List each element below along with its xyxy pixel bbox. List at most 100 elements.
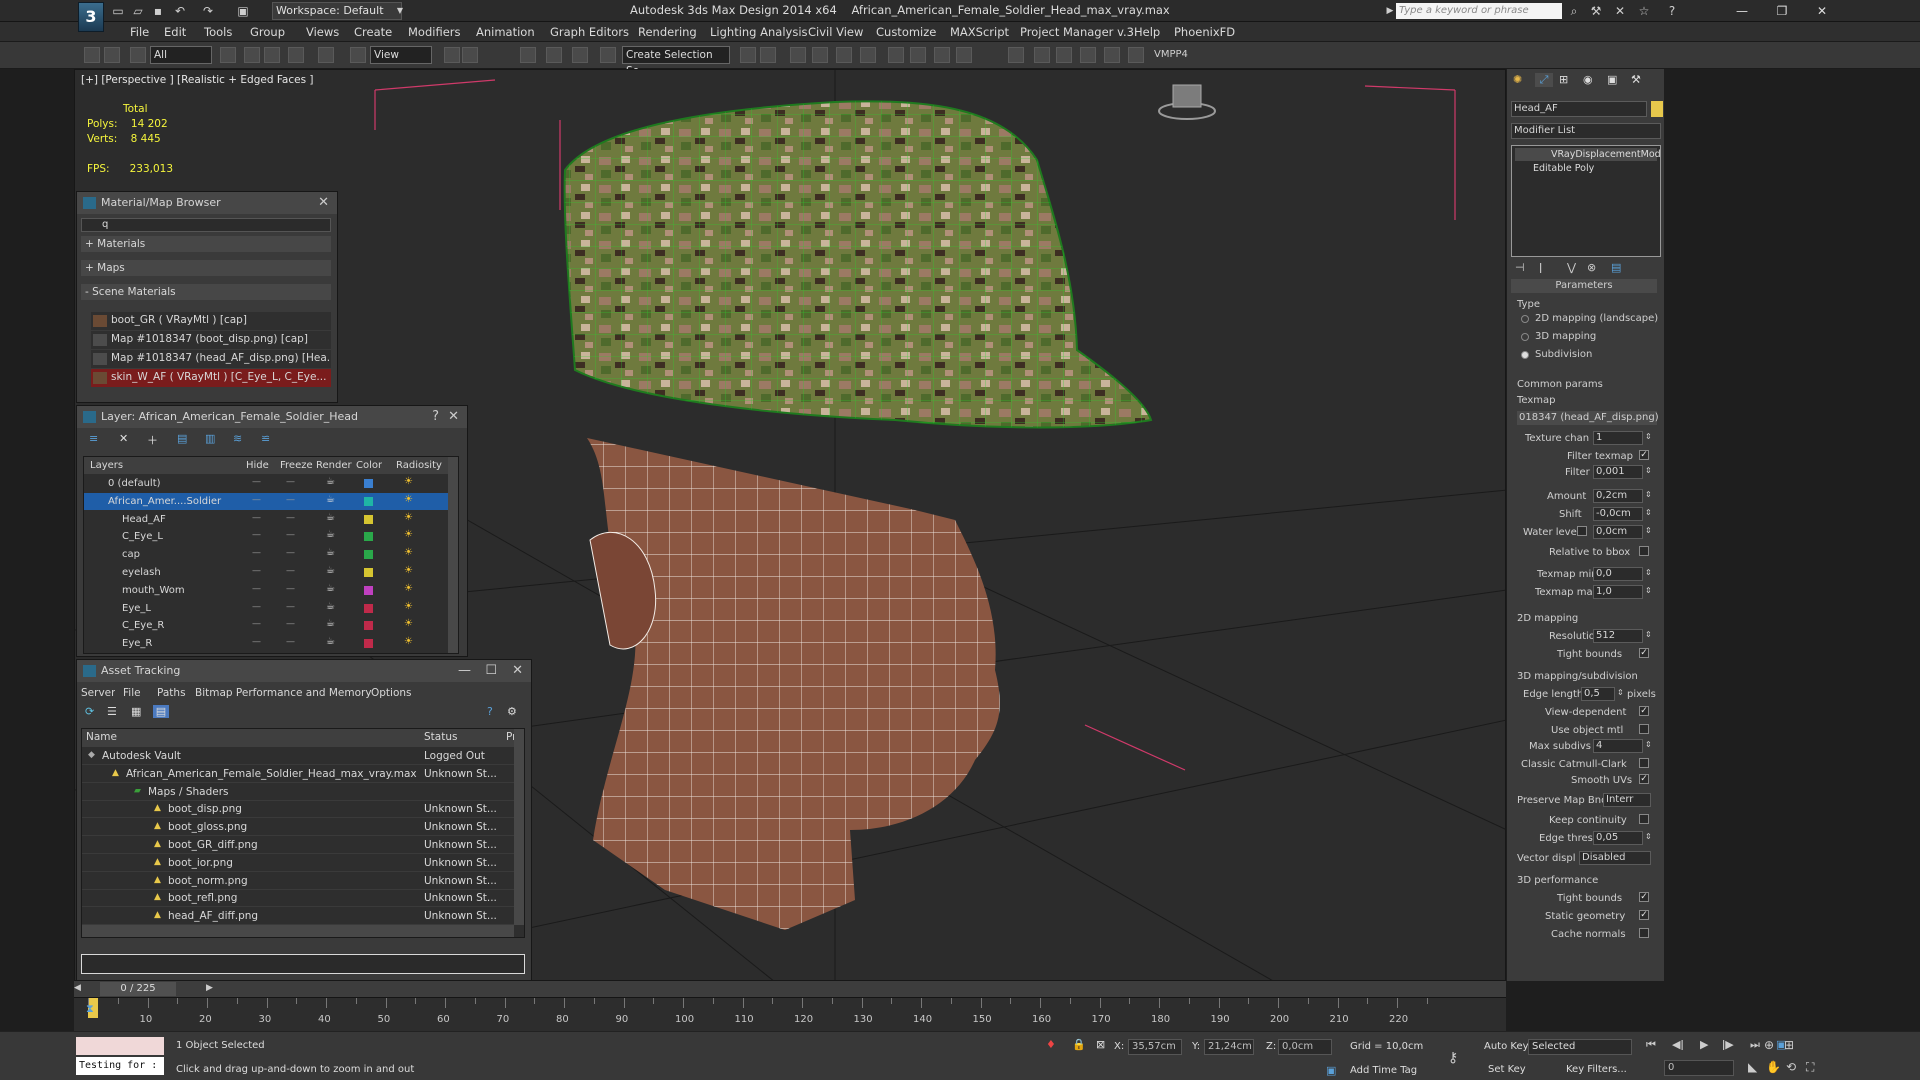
texture-chan-spinner[interactable]: 1 — [1593, 431, 1643, 445]
render-teapot-icon[interactable]: ☕ — [326, 601, 335, 612]
spinner-arrows-icon[interactable]: ⇕ — [1645, 586, 1652, 595]
open-icon[interactable]: ▱ — [130, 3, 146, 19]
asset-menu-bitmap-performance-and-memory[interactable]: Bitmap Performance and Memory — [195, 685, 372, 702]
shift-spinner[interactable]: -0,0cm — [1593, 507, 1643, 521]
select-icon[interactable] — [220, 47, 236, 63]
delete-layer-icon[interactable]: ✕ — [119, 432, 128, 445]
angle-snap-icon[interactable] — [600, 47, 616, 63]
minimize-icon[interactable]: — — [458, 660, 471, 682]
render-teapot-icon[interactable]: ☕ — [326, 618, 335, 629]
asset-menu-paths[interactable]: Paths — [157, 685, 186, 702]
material-group[interactable]: + Materials — [81, 236, 331, 252]
spinner-arrows-icon[interactable]: ⇕ — [1617, 688, 1624, 697]
menu-rendering[interactable]: Rendering — [638, 25, 697, 39]
show-end-result-icon[interactable]: ǀ — [1539, 261, 1542, 274]
menu-project-manager-v-3[interactable]: Project Manager v.3 — [1020, 25, 1134, 39]
app-logo[interactable]: 3 — [78, 2, 104, 32]
render-teapot-icon[interactable]: ☕ — [326, 565, 335, 576]
smooth-uvs-checkbox[interactable]: ✓ — [1639, 774, 1649, 784]
help-icon[interactable]: ? — [432, 406, 439, 428]
texmap-max-spinner[interactable]: 1,0 — [1593, 585, 1643, 599]
table-view-icon[interactable]: ▦ — [131, 705, 141, 718]
keyboard-shortcut-icon[interactable] — [546, 47, 562, 63]
maxscript-mini-listener[interactable] — [76, 1037, 164, 1055]
play-icon[interactable]: ▶ — [1700, 1038, 1708, 1051]
move-icon[interactable] — [318, 47, 334, 63]
spinner-arrows-icon[interactable]: ⇕ — [1645, 740, 1652, 749]
rotate-icon[interactable] — [350, 47, 366, 63]
isolate-icon[interactable]: ♦ — [1046, 1038, 1056, 1051]
zoom-all-icon[interactable]: ⊞ — [1784, 1038, 1794, 1052]
radiosity-icon[interactable]: ☀ — [404, 494, 413, 505]
new-layer-icon[interactable]: ≡ — [89, 432, 98, 445]
asset-row[interactable]: ▲ boot_disp.png Unknown St... — [82, 801, 514, 819]
zoom-icon[interactable]: ⊕ — [1764, 1038, 1774, 1052]
asset-vscrollbar[interactable] — [514, 729, 524, 925]
minimize-button[interactable]: — — [1722, 1, 1762, 21]
type-radio[interactable] — [1521, 315, 1529, 323]
asset-tracking-titlebar[interactable]: Asset Tracking — ☐ ✕ — [77, 660, 531, 682]
water-level-spinner[interactable]: 0,0cm — [1593, 525, 1643, 539]
menu-views[interactable]: Views — [306, 25, 339, 39]
time-slider-thumb[interactable]: 0 / 225 — [100, 982, 176, 996]
type-radio[interactable] — [1521, 351, 1529, 359]
freeze-toggle[interactable]: — — [286, 619, 295, 629]
project-folder-icon[interactable]: ▣ — [236, 3, 250, 19]
radiosity-icon[interactable]: ☀ — [404, 618, 413, 629]
display-tab-icon[interactable]: ▣ — [1607, 73, 1617, 86]
prev-frame-icon[interactable]: ◀ — [74, 983, 86, 995]
layer-row[interactable]: Eye_L — — ☕ ☀ — [84, 600, 450, 617]
settings-icon[interactable]: ⚙ — [507, 705, 517, 718]
asset-column-header[interactable]: Status — [424, 729, 457, 746]
menu-animation[interactable]: Animation — [476, 25, 535, 39]
asset-row[interactable]: ▲ African_American_Female_Soldier_Head_ma… — [82, 766, 514, 783]
parameters-header[interactable]: Parameters — [1511, 279, 1657, 293]
close-icon[interactable]: ✕ — [512, 660, 523, 682]
save-icon[interactable]: ▪ — [150, 3, 166, 19]
layer-color-swatch[interactable] — [364, 496, 373, 506]
layer-scrollbar[interactable] — [448, 457, 458, 653]
freeze-toggle[interactable]: — — [286, 495, 295, 505]
new-icon[interactable]: ▭ — [110, 3, 126, 19]
asset-menu-options[interactable]: Options — [371, 685, 412, 702]
freeze-toggle[interactable]: — — [286, 513, 295, 523]
layer-color-swatch[interactable] — [364, 603, 373, 613]
keep-continuity-checkbox[interactable] — [1639, 814, 1649, 824]
window-crossing-icon[interactable] — [288, 47, 304, 63]
remove-modifier-icon[interactable]: ⊗ — [1587, 261, 1596, 274]
y-coordinate-field[interactable]: 21,24cm — [1204, 1039, 1254, 1055]
listener-output[interactable]: Testing for : — [76, 1057, 164, 1075]
hierarchy-tab-icon[interactable]: ⊞ — [1559, 73, 1568, 86]
redo-icon[interactable]: ↷ — [200, 3, 216, 19]
freeze-toggle[interactable]: — — [286, 477, 295, 487]
spinner-arrows-icon[interactable]: ⇕ — [1645, 490, 1652, 499]
field-of-view-icon[interactable]: ◣ — [1748, 1060, 1757, 1074]
close-icon[interactable]: ✕ — [318, 192, 329, 214]
radiosity-icon[interactable]: ☀ — [404, 476, 413, 487]
tight-bounds-checkbox[interactable]: ✓ — [1639, 648, 1649, 658]
freeze-all-icon[interactable]: ≌ — [261, 432, 270, 445]
menu-civil-view[interactable]: Civil View — [808, 25, 863, 39]
vector-displ-dropdown[interactable]: Disabled — [1579, 851, 1651, 865]
percent-snap-icon[interactable] — [740, 47, 756, 63]
asset-menu-file[interactable]: File — [123, 685, 141, 702]
layer-column-header[interactable]: Render — [316, 457, 352, 474]
menu-create[interactable]: Create — [354, 25, 392, 39]
highlight-layer-icon[interactable]: ▥ — [205, 432, 215, 445]
render-setup-icon[interactable] — [1008, 47, 1024, 63]
layer-row[interactable]: Head_AF — — ☕ ☀ — [84, 511, 450, 528]
modifier-vray-displacement[interactable]: VRayDisplacementMod — [1515, 148, 1661, 161]
layer-row[interactable]: eyelash — — ☕ ☀ — [84, 564, 450, 581]
layer-column-header[interactable]: Freeze — [280, 457, 313, 474]
layer-column-header[interactable]: Radiosity — [396, 457, 442, 474]
layer-color-swatch[interactable] — [364, 532, 373, 542]
x-coordinate-field[interactable]: 35,57cm — [1128, 1039, 1182, 1055]
hide-toggle[interactable]: — — [252, 513, 261, 523]
freeze-toggle[interactable]: — — [286, 566, 295, 576]
align-icon[interactable] — [836, 47, 852, 63]
spinner-arrows-icon[interactable]: ⇕ — [1645, 832, 1652, 841]
hide-toggle[interactable]: — — [252, 619, 261, 629]
use-object-mtl-checkbox[interactable] — [1639, 724, 1649, 734]
material-group[interactable]: - Scene Materials — [81, 284, 331, 300]
edge-length-spinner[interactable]: 0,5 — [1581, 687, 1615, 701]
